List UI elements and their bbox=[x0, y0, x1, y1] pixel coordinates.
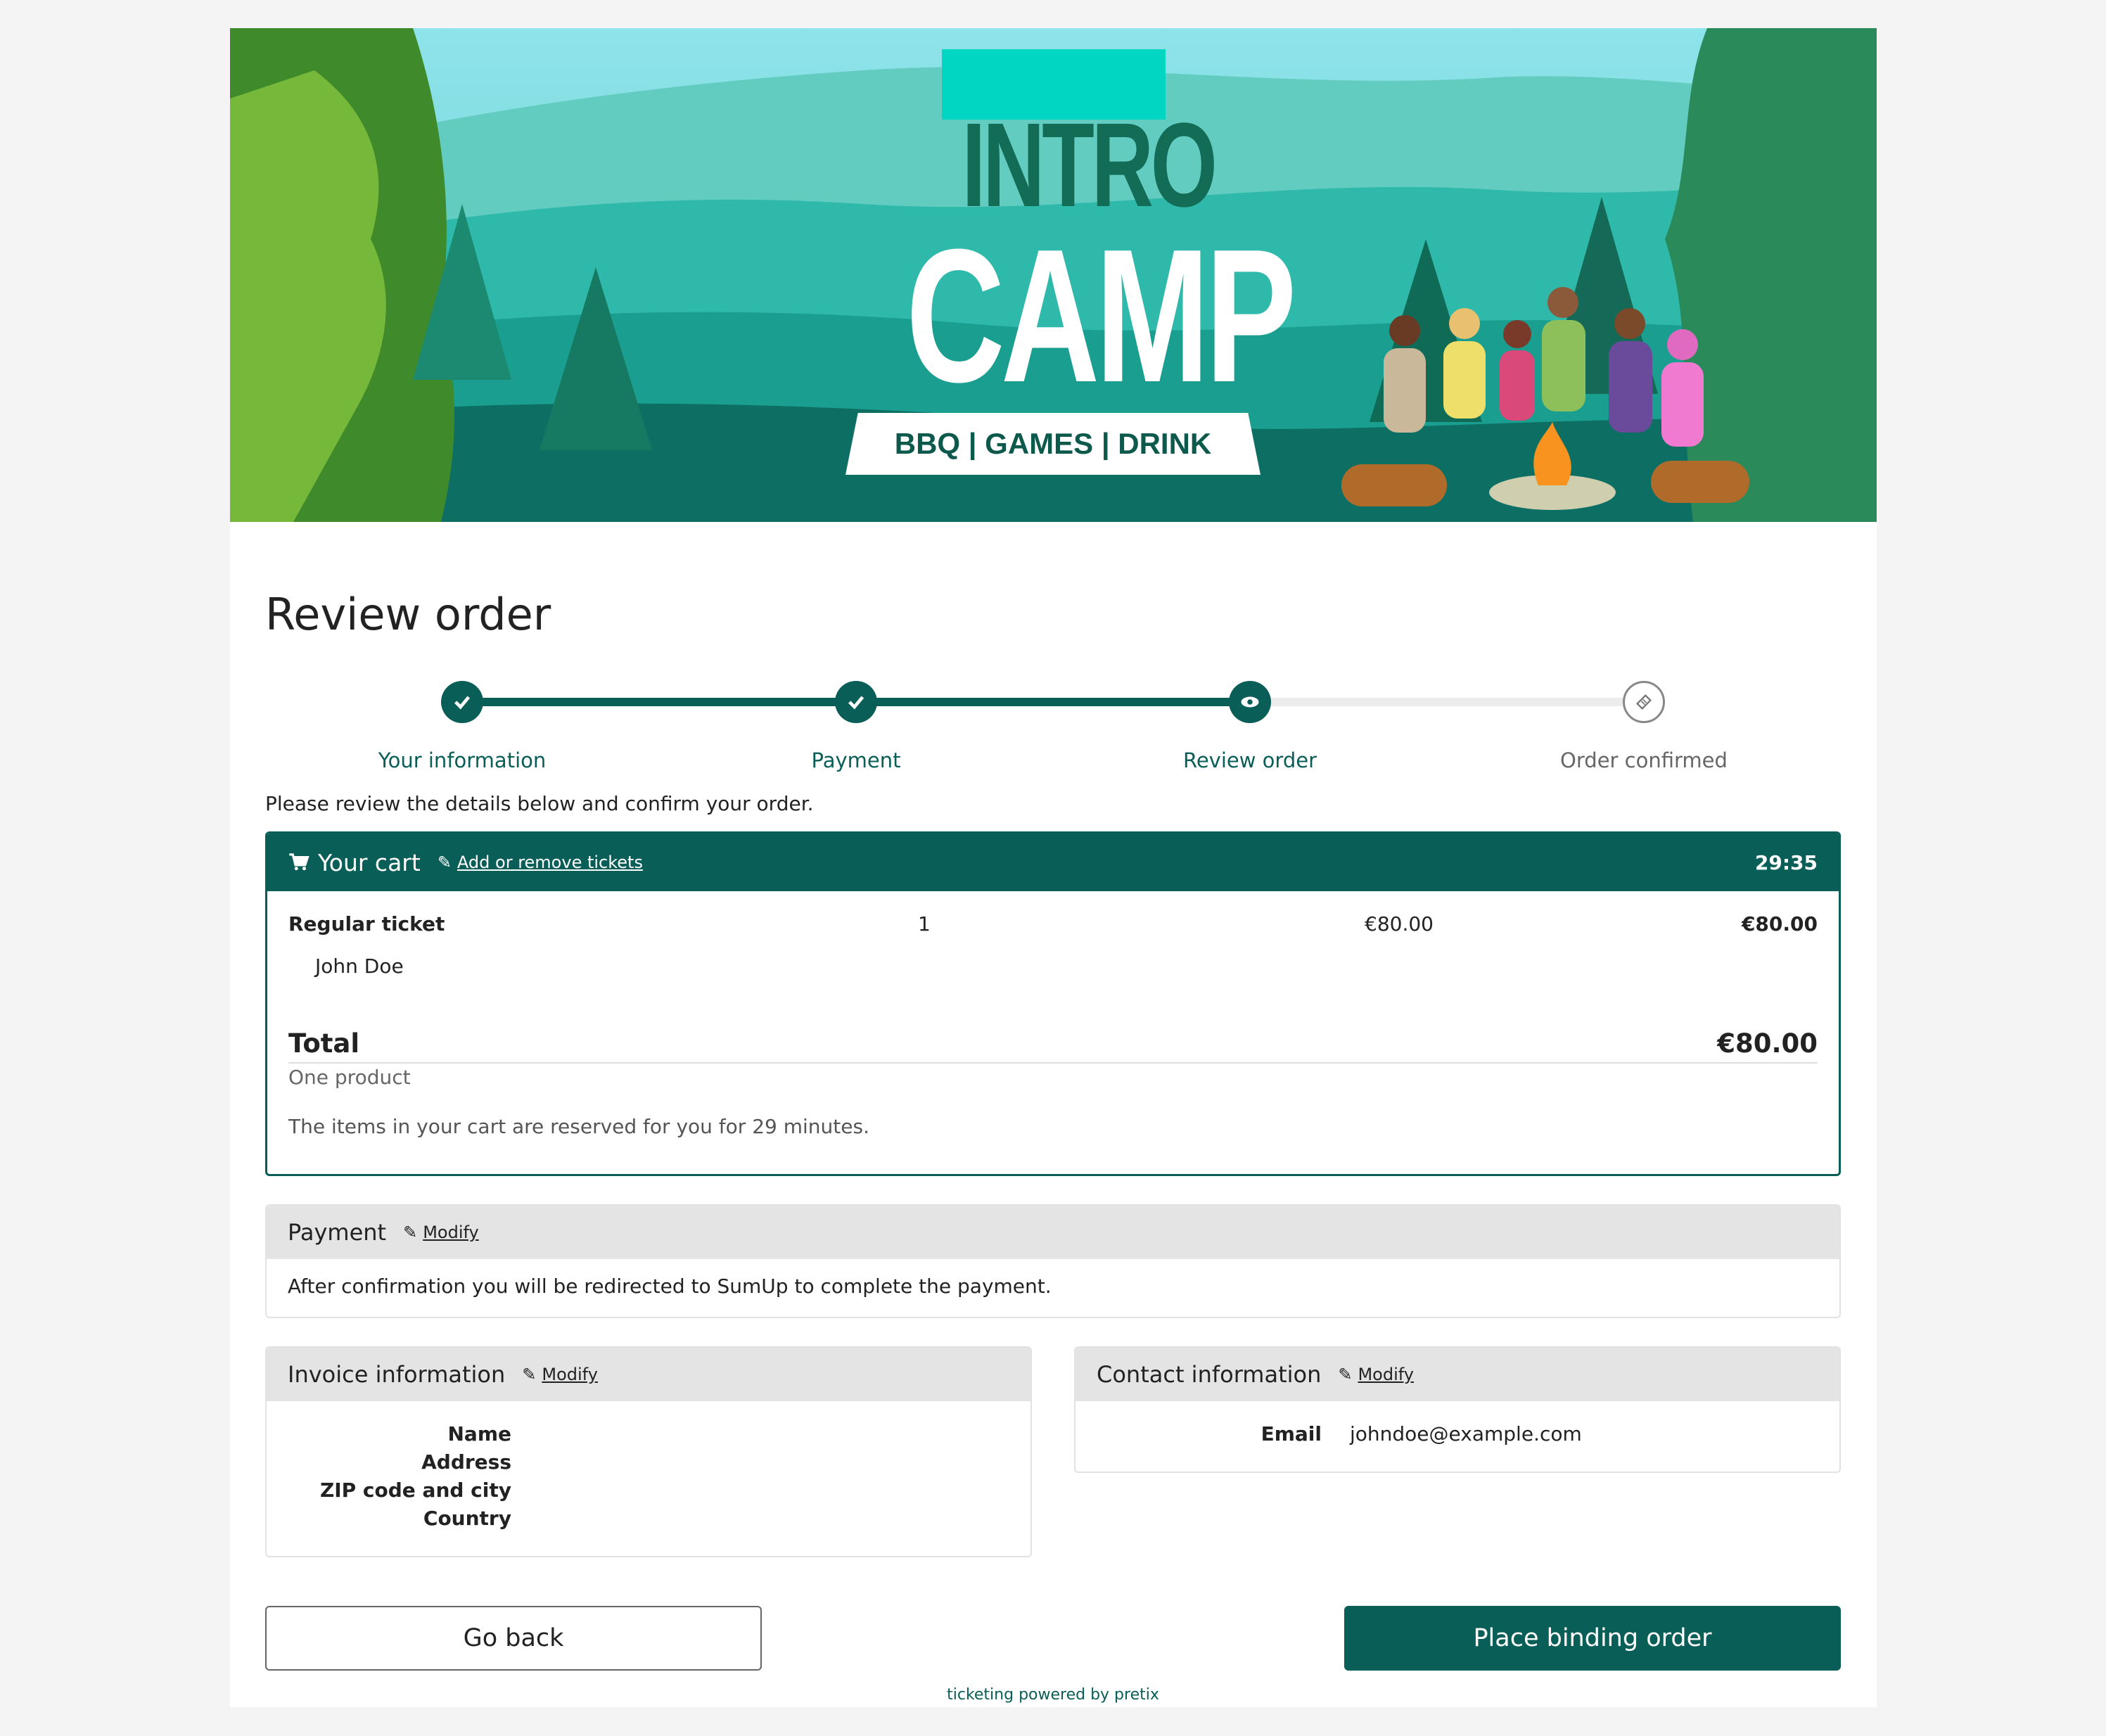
cart-body: Regular ticket John Doe 1 €80.00 €80.00 … bbox=[267, 891, 1839, 1174]
banner-title-camp: CAMP bbox=[906, 210, 1296, 422]
item-attendee: John Doe bbox=[315, 955, 404, 978]
invoice-field-country: Country bbox=[423, 1507, 511, 1530]
reservation-note: The items in your cart are reserved for … bbox=[288, 1115, 869, 1138]
product-count: One product bbox=[288, 1066, 411, 1089]
contact-modify-link[interactable]: Modify bbox=[1358, 1365, 1414, 1384]
powered-by-link[interactable]: ticketing powered by pretix bbox=[265, 1686, 1841, 1704]
email-label: Email bbox=[1261, 1422, 1322, 1445]
ticket-icon bbox=[1636, 694, 1652, 710]
item-unit-price: €80.00 bbox=[1365, 912, 1434, 936]
contact-body: Email johndoe@example.com bbox=[1076, 1401, 1839, 1472]
invoice-modify-link[interactable]: Modify bbox=[542, 1365, 598, 1384]
step-label-order-confirmed: Order confirmed bbox=[1560, 748, 1728, 772]
cart-panel: Your cart ✎ Add or remove tickets 29:35 … bbox=[265, 831, 1841, 1176]
step-dot-payment bbox=[835, 681, 877, 723]
invoice-body: Name Address ZIP code and city Country bbox=[267, 1401, 1030, 1556]
contact-title: Contact information bbox=[1097, 1361, 1322, 1388]
check-icon bbox=[848, 696, 864, 710]
invoice-header: Invoice information ✎ Modify bbox=[267, 1348, 1030, 1401]
edit-icon: ✎ bbox=[522, 1365, 537, 1384]
payment-info-text: After confirmation you will be redirecte… bbox=[288, 1275, 1052, 1298]
add-remove-tickets-link[interactable]: Add or remove tickets bbox=[457, 853, 643, 872]
step-dot-review-order bbox=[1229, 681, 1271, 723]
cart-title: Your cart bbox=[318, 848, 421, 876]
contact-header: Contact information ✎ Modify bbox=[1076, 1348, 1839, 1401]
page-title: Review order bbox=[265, 589, 551, 640]
cart-divider bbox=[288, 1062, 1818, 1064]
eye-icon bbox=[1241, 696, 1259, 708]
banner-ribbon: BBQ | GAMES | DRINK bbox=[845, 413, 1261, 475]
item-quantity: 1 bbox=[918, 912, 931, 936]
contact-panel: Contact information ✎ Modify Email johnd… bbox=[1074, 1346, 1841, 1473]
edit-icon: ✎ bbox=[403, 1223, 418, 1242]
review-instructions: Please review the details below and conf… bbox=[265, 792, 814, 815]
banner-title-intro: INTRO bbox=[962, 98, 1217, 232]
checkout-stepper: Your information Payment Review order Or… bbox=[265, 670, 1841, 775]
page-container: INTRO CAMP BBQ | GAMES | DRINK Review or… bbox=[230, 28, 1877, 1707]
step-dot-your-information bbox=[441, 681, 483, 723]
payment-title: Payment bbox=[288, 1219, 387, 1246]
invoice-field-zip-city: ZIP code and city bbox=[319, 1479, 511, 1502]
go-back-button[interactable]: Go back bbox=[265, 1606, 762, 1671]
payment-body: After confirmation you will be redirecte… bbox=[267, 1259, 1839, 1317]
step-dot-order-confirmed bbox=[1623, 681, 1665, 723]
invoice-title: Invoice information bbox=[288, 1361, 506, 1388]
payment-header: Payment ✎ Modify bbox=[267, 1206, 1839, 1259]
item-total: €80.00 bbox=[1741, 912, 1818, 936]
banner-ribbon-text: BBQ | GAMES | DRINK bbox=[894, 427, 1212, 460]
payment-panel: Payment ✎ Modify After confirmation you … bbox=[265, 1204, 1841, 1318]
edit-icon: ✎ bbox=[437, 853, 452, 872]
cart-icon bbox=[289, 853, 309, 871]
edit-icon: ✎ bbox=[1338, 1365, 1353, 1384]
place-order-button[interactable]: Place binding order bbox=[1344, 1606, 1841, 1671]
invoice-panel: Invoice information ✎ Modify Name Addres… bbox=[265, 1346, 1032, 1557]
total-label: Total bbox=[288, 1028, 360, 1059]
email-value: johndoe@example.com bbox=[1350, 1422, 1582, 1445]
item-name: Regular ticket bbox=[288, 912, 445, 936]
check-icon bbox=[454, 696, 471, 710]
step-label-payment[interactable]: Payment bbox=[715, 748, 997, 772]
cart-header: Your cart ✎ Add or remove tickets 29:35 bbox=[267, 834, 1839, 891]
invoice-field-name: Name bbox=[447, 1422, 512, 1445]
event-banner: INTRO CAMP BBQ | GAMES | DRINK bbox=[230, 28, 1877, 522]
total-value: €80.00 bbox=[1717, 1028, 1818, 1059]
payment-modify-link[interactable]: Modify bbox=[423, 1223, 479, 1242]
step-label-your-information[interactable]: Your information bbox=[321, 748, 603, 772]
invoice-field-address: Address bbox=[421, 1450, 511, 1474]
cart-timer: 29:35 bbox=[1754, 850, 1818, 874]
step-label-review-order: Review order bbox=[1182, 748, 1317, 772]
